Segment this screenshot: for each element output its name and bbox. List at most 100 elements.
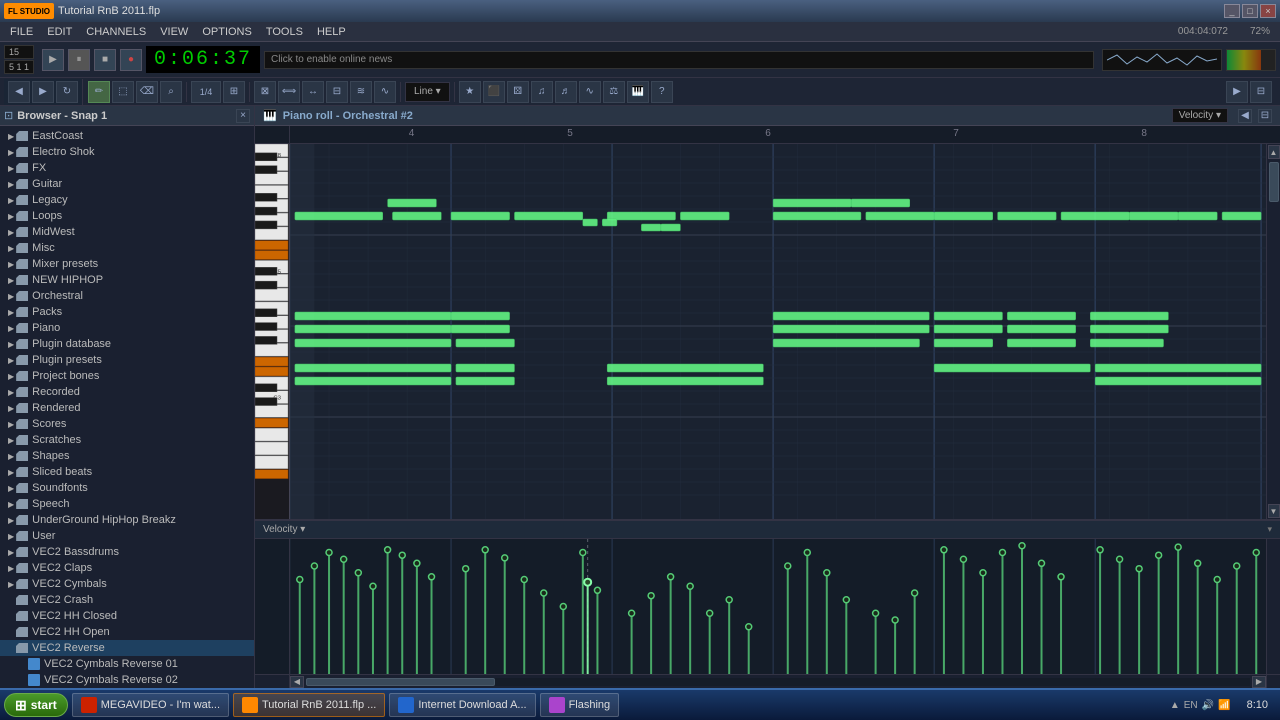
scrollbar-right[interactable]: ▶ [1226, 81, 1248, 103]
taskbar-item-megavideo[interactable]: MEGAVIDEO - I'm wat... [72, 693, 229, 717]
browser-item[interactable]: ▶FX [0, 160, 254, 176]
velocity-bars-container[interactable] [290, 539, 1266, 674]
browser-item[interactable]: ▶MidWest [0, 224, 254, 240]
tool-reverse[interactable]: ↔ [302, 81, 324, 103]
browser-item[interactable]: ▶EastCoast [0, 128, 254, 144]
menu-help[interactable]: HELP [311, 24, 352, 40]
browser-item[interactable]: VEC2 Cymbals Reverse 01 [0, 656, 254, 672]
taskbar-item-fl[interactable]: Tutorial RnB 2011.flp ... [233, 693, 385, 717]
browser-item[interactable]: ▶NEW HIPHOP [0, 272, 254, 288]
browser-item[interactable]: ▶Sliced beats [0, 464, 254, 480]
scroll-track[interactable] [1267, 160, 1280, 503]
browser-item[interactable]: VEC2 Reverse [0, 640, 254, 656]
browser-item[interactable]: ▶Scratches [0, 432, 254, 448]
browser-item[interactable]: VEC2 Cymbals Reverse 02 [0, 672, 254, 688]
browser-item[interactable]: ▶VEC2 Cymbals [0, 576, 254, 592]
tool-lfo[interactable]: ∿ [579, 81, 601, 103]
browser-item[interactable]: ▶Packs [0, 304, 254, 320]
tool-piano[interactable]: 🎹 [627, 81, 649, 103]
browser-item[interactable]: ▶VEC2 Claps [0, 560, 254, 576]
velocity-selector[interactable]: Velocity ▾ [1172, 108, 1228, 123]
piano-roll-scroll-left[interactable]: ◀ [1238, 109, 1252, 123]
browser-nav-back[interactable]: ◀ [8, 81, 30, 103]
menu-tools[interactable]: TOOLS [260, 24, 309, 40]
h-scroll-left[interactable]: ◀ [290, 676, 304, 688]
play-button[interactable]: ▶ [42, 49, 64, 71]
taskbar-item-flashing[interactable]: Flashing [540, 693, 620, 717]
tool-strum[interactable]: ≋ [350, 81, 372, 103]
browser-item[interactable]: ▶VEC2 Bassdrums [0, 544, 254, 560]
tool-scale[interactable]: ⚖ [603, 81, 625, 103]
browser-item[interactable]: ▶Electro Shok [0, 144, 254, 160]
tool-glue[interactable]: ⊠ [254, 81, 276, 103]
record-button[interactable]: ● [120, 49, 142, 71]
window-controls[interactable]: _ □ × [1224, 4, 1276, 18]
browser-item[interactable]: ▶Plugin database [0, 336, 254, 352]
tool-magic[interactable]: ★ [459, 81, 481, 103]
browser-close-btn[interactable]: × [236, 109, 250, 123]
systray-arrow[interactable]: ▲ [1170, 700, 1180, 711]
browser-item[interactable]: ▶Project bones [0, 368, 254, 384]
close-button[interactable]: × [1260, 4, 1276, 18]
browser-item[interactable]: VEC2 HH Closed [0, 608, 254, 624]
browser-item[interactable]: VEC2 Crash [0, 592, 254, 608]
tool-mirror[interactable]: ⊟ [326, 81, 348, 103]
taskbar-item-idm[interactable]: Internet Download A... [389, 693, 535, 717]
snap-btn[interactable]: ⊞ [223, 81, 245, 103]
browser-refresh[interactable]: ↻ [56, 81, 78, 103]
velocity-collapse[interactable]: ▾ [1267, 524, 1272, 535]
tool-random[interactable]: ⚄ [507, 81, 529, 103]
systray-network[interactable]: 📶 [1218, 700, 1230, 711]
tool-quantize[interactable]: 1/4 [191, 81, 221, 103]
h-scroll-right[interactable]: ▶ [1252, 676, 1266, 688]
tool-chord[interactable]: ♫ [531, 81, 553, 103]
browser-list[interactable]: ▶EastCoast▶Electro Shok▶FX▶Guitar▶Legacy… [0, 126, 254, 688]
browser-item[interactable]: ▶Recorded [0, 384, 254, 400]
velocity-scrollbar[interactable] [1266, 539, 1280, 674]
browser-item[interactable]: ▶Rendered [0, 400, 254, 416]
tool-humanize[interactable]: ∿ [374, 81, 396, 103]
browser-item[interactable]: ▶Legacy [0, 192, 254, 208]
news-bar[interactable]: Click to enable online news [264, 51, 1094, 69]
tool-zoom[interactable]: ⌕ [160, 81, 182, 103]
menu-view[interactable]: VIEW [154, 24, 194, 40]
browser-item[interactable]: ▶UnderGround HipHop Breakz [0, 512, 254, 528]
browser-item[interactable]: ▶Mixer presets [0, 256, 254, 272]
minimize-button[interactable]: _ [1224, 4, 1240, 18]
scroll-down-btn[interactable]: ▼ [1268, 504, 1280, 518]
browser-item[interactable]: ▶Loops [0, 208, 254, 224]
menu-channels[interactable]: CHANNELS [80, 24, 152, 40]
browser-item[interactable]: ▶User [0, 528, 254, 544]
collapse-btn[interactable]: ⊟ [1250, 81, 1272, 103]
scroll-up-btn[interactable]: ▲ [1268, 145, 1280, 159]
browser-item[interactable]: ▶Shapes [0, 448, 254, 464]
pause-button[interactable]: ⏸ [68, 49, 90, 71]
horizontal-scrollbar[interactable]: ◀ ▶ [255, 674, 1280, 688]
menu-file[interactable]: FILE [4, 24, 39, 40]
start-button[interactable]: ⊞ start [4, 693, 68, 717]
tool-eraser[interactable]: ⌫ [136, 81, 158, 103]
piano-roll-collapse[interactable]: ⊟ [1258, 109, 1272, 123]
browser-item[interactable]: ▶Plugin presets [0, 352, 254, 368]
browser-item[interactable]: ▶Piano [0, 320, 254, 336]
systray-volume[interactable]: 🔊 [1202, 700, 1214, 711]
browser-nav-fwd[interactable]: ▶ [32, 81, 54, 103]
tool-help[interactable]: ? [651, 81, 673, 103]
menu-edit[interactable]: EDIT [41, 24, 78, 40]
tool-pencil[interactable]: ✏ [88, 81, 110, 103]
browser-item[interactable]: ▶Speech [0, 496, 254, 512]
browser-item[interactable]: ▶Misc [0, 240, 254, 256]
line-mode[interactable]: Line ▾ [405, 82, 450, 102]
scroll-thumb[interactable] [1269, 162, 1279, 202]
browser-item[interactable]: ▶Guitar [0, 176, 254, 192]
maximize-button[interactable]: □ [1242, 4, 1258, 18]
h-scroll-track[interactable]: ◀ ▶ [290, 675, 1266, 688]
h-scroll-thumb[interactable] [306, 678, 495, 686]
tool-stamp[interactable]: ⬛ [483, 81, 505, 103]
stop-button[interactable]: ■ [94, 49, 116, 71]
browser-item[interactable]: ▶Scores [0, 416, 254, 432]
h-scroll-bar-track[interactable] [306, 678, 1250, 686]
tool-select[interactable]: ⬚ [112, 81, 134, 103]
browser-item[interactable]: ▶Soundfonts [0, 480, 254, 496]
browser-item[interactable]: ▶Orchestral [0, 288, 254, 304]
